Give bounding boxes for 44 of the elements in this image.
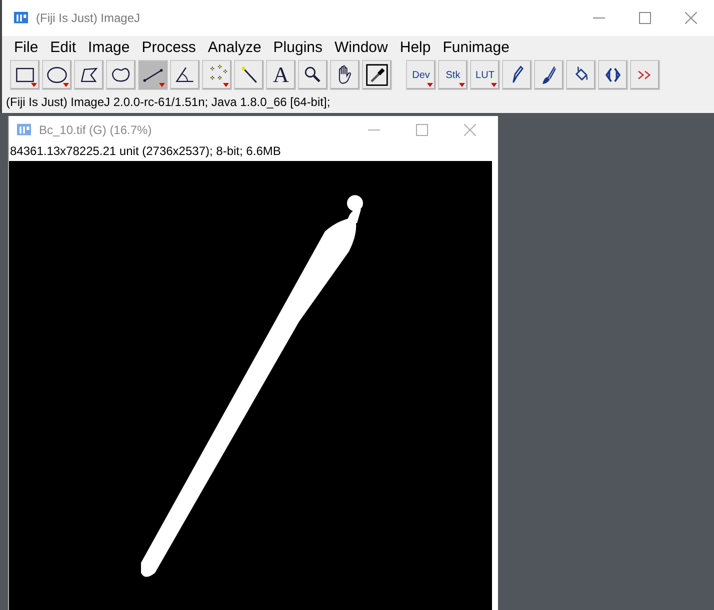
dropdown-icon: [31, 83, 37, 87]
tool-button[interactable]: [502, 60, 532, 90]
tool-button[interactable]: [298, 60, 328, 90]
dropdown-icon: [491, 83, 497, 87]
menu-item[interactable]: Help: [394, 38, 437, 56]
maximize-icon: [416, 124, 428, 136]
menu-item[interactable]: Window: [328, 38, 394, 56]
dropdown-icon: [427, 83, 433, 87]
tool-button[interactable]: [234, 60, 264, 90]
tool-button[interactable]: [534, 60, 564, 90]
menu-item[interactable]: Edit: [44, 38, 82, 56]
tool-button[interactable]: Stk: [438, 60, 468, 90]
maximize-icon: [639, 12, 651, 24]
tool-button[interactable]: [106, 60, 136, 90]
image-info: 84361.13x78225.21 unit (2736x2537); 8-bit; 6.6MB: [9, 144, 282, 160]
tool-button[interactable]: [566, 60, 596, 90]
tool-button[interactable]: LUT: [470, 60, 500, 90]
tool-button[interactable]: [42, 60, 72, 90]
menu-item[interactable]: File: [8, 38, 44, 56]
window-title: (Fiji Is Just) ImageJ: [36, 11, 140, 25]
menu-item[interactable]: Image: [82, 38, 136, 56]
tool-button[interactable]: [74, 60, 104, 90]
dropper-icon: [365, 63, 389, 87]
tool-button[interactable]: [362, 60, 392, 90]
tool-button[interactable]: Dev: [406, 60, 436, 90]
menu-item[interactable]: Plugins: [267, 38, 328, 56]
dropdown-icon: [459, 83, 465, 87]
close-icon: [685, 12, 697, 24]
tool-button[interactable]: [598, 60, 628, 90]
app-icon: [14, 11, 28, 25]
tool-button[interactable]: [330, 60, 360, 90]
tool-button[interactable]: [170, 60, 200, 90]
window-title: Bc_10.tif (G) (16.7%): [39, 123, 152, 137]
menu-item[interactable]: Funimage: [436, 38, 516, 56]
tool-button[interactable]: A: [266, 60, 296, 90]
dropdown-icon: [63, 83, 69, 87]
close-icon: [464, 124, 476, 136]
menu-item[interactable]: Analyze: [202, 38, 268, 56]
app-icon: [17, 123, 31, 137]
tool-button[interactable]: [138, 60, 168, 90]
dropdown-icon: [223, 83, 229, 87]
menu-item[interactable]: Process: [136, 38, 202, 56]
dropdown-icon: [159, 83, 165, 87]
tool-button[interactable]: [10, 60, 40, 90]
